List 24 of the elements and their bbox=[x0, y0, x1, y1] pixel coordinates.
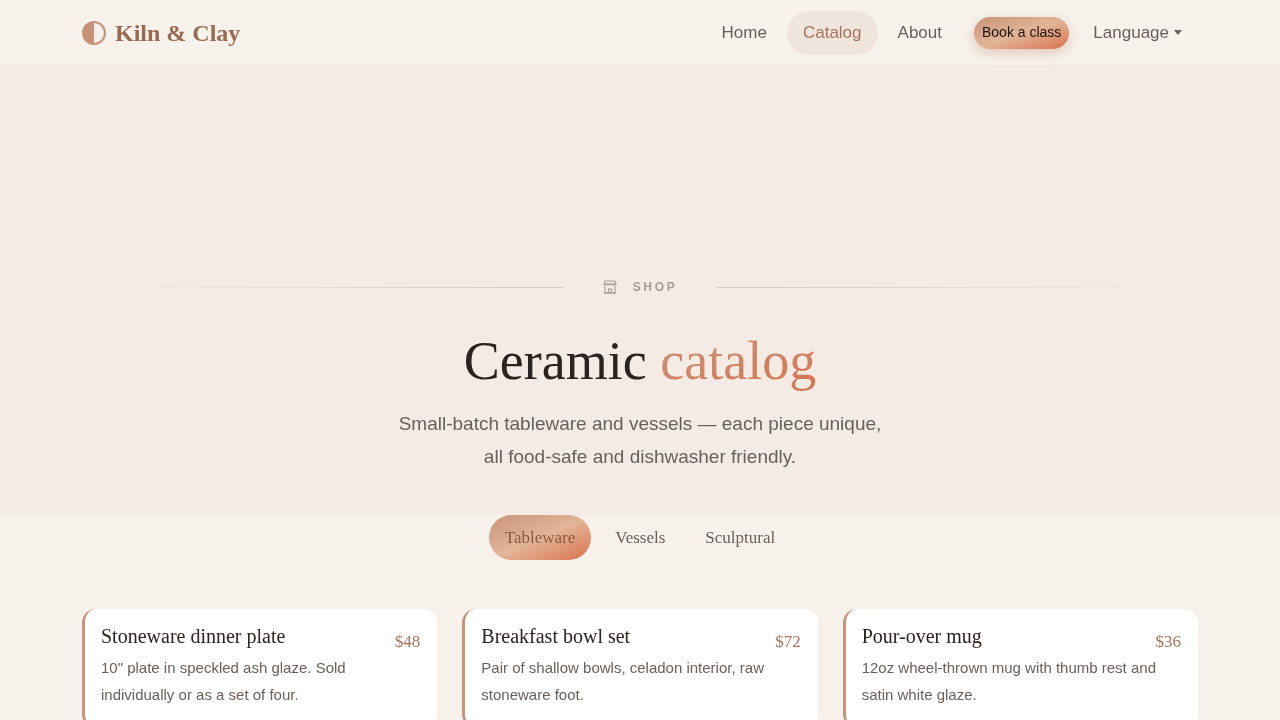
nav-link[interactable]: Home bbox=[705, 10, 783, 55]
caret-icon bbox=[1174, 30, 1182, 35]
section-eyebrow-label: SHOP bbox=[632, 279, 678, 296]
product-description: Pair of shallow bowls, celadon interior, raw stoneware foot. bbox=[481, 657, 765, 705]
product-name: Stoneware dinner plate bbox=[101, 624, 286, 650]
language-dropdown[interactable]: Language bbox=[1077, 10, 1198, 55]
hero-subtitle: Small-batch tableware and vessels — each piece unique, all food-safe and dishwasher friendly. bbox=[397, 412, 883, 469]
category-tab[interactable]: Sculptural bbox=[689, 515, 792, 560]
half-circle-logo-icon bbox=[82, 20, 106, 45]
nav-link[interactable]: Catalog bbox=[786, 10, 878, 55]
category-tab[interactable]: Vessels bbox=[599, 515, 682, 560]
brand-logo-link[interactable]: Kiln & Clay bbox=[82, 14, 241, 51]
product-description: 12oz wheel-thrown mug with thumb rest and satin white glaze. bbox=[861, 657, 1157, 705]
storefront-icon bbox=[602, 280, 617, 294]
product-name: Breakfast bowl set bbox=[481, 624, 631, 649]
category-tab[interactable]: Tableware bbox=[488, 515, 592, 560]
product-price: $48 bbox=[394, 631, 421, 653]
page-heading: Ceramic catalog bbox=[463, 330, 817, 393]
product-price: $36 bbox=[1155, 631, 1181, 653]
product-description: 10" plate in speckled ash glaze. Sold individually or as a set of four. bbox=[101, 657, 347, 705]
nav-link[interactable]: About bbox=[881, 10, 958, 55]
book-class-button[interactable]: Book a class bbox=[974, 16, 1070, 49]
product-price: $72 bbox=[775, 631, 801, 653]
product-name: Pour-over mug bbox=[861, 624, 982, 650]
